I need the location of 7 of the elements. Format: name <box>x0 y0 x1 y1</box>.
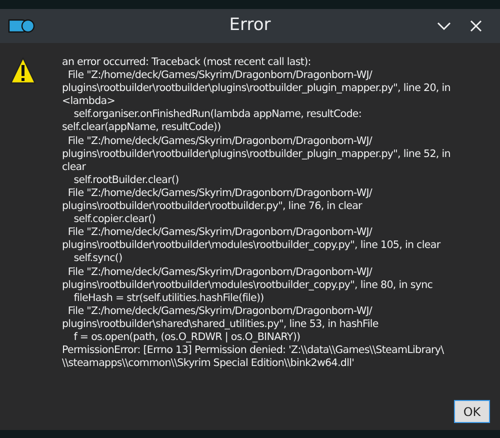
ok-button[interactable]: OK <box>454 400 490 423</box>
window-title: Error <box>229 14 271 38</box>
chevron-down-icon <box>437 22 451 30</box>
warning-icon <box>10 57 36 85</box>
error-message: an error occurred: Traceback (most recent call last): File "Z:/home/deck/Games/Skyrim/Dragonborn/Dragonborn-WJ/ plugins\rootbuilder\rootbuilder\plugins\rootbuilder_plugin_mapper.py", line 20, in <lambda> self.organiser.onFinishedRun(lambda appName, resultCode: self.clear(appName, resultCode)) File "Z:/home/deck/Games/Skyrim/Dragonborn/Dragonborn-WJ/ plugins\rootbuilder\rootbuilder\plugins\rootbuilder_plugin_mapper.py", line 52, in clear self.rootBuilder.clear() File "Z:/home/deck/Games/Skyrim/Dragonborn/Dragonborn-WJ/ plugins\rootbuilder\rootbuilder\rootbuilder.py", line 76, in clear self.copier.clear() File "Z:/home/deck/Games/Skyrim/Dragonborn/Dragonborn-WJ/ plugins\rootbuilder\rootbuilder\modules\rootbuilder_copy.py", line 105, in clear self.sync() File "Z:/home/deck/Games/Skyrim/Dragonborn/Dragonborn-WJ/ plugins\rootbuilder\rootbuilder\modules\rootbuilder_copy.py", line 80, in sync fileHash = str(self.utilities.hashFile(file)) File "Z:/home/deck/Games/Skyrim/Dragonborn/Dragonborn-WJ/ plugins\rootbuilder\shared\shared_utilities.py", line 53, in hashFile f = os.open(path, (os.O_RDWR | os.O_BINARY)) PermissionError: [Errno 13] Permission denied: 'Z:\\data\\Games\\SteamLibrary\ \\steamapps\\common\\Skyrim Special Edition\\bink2w64.dll' <box>62 56 450 370</box>
close-icon <box>470 20 482 32</box>
app-logo-icon <box>8 19 35 33</box>
